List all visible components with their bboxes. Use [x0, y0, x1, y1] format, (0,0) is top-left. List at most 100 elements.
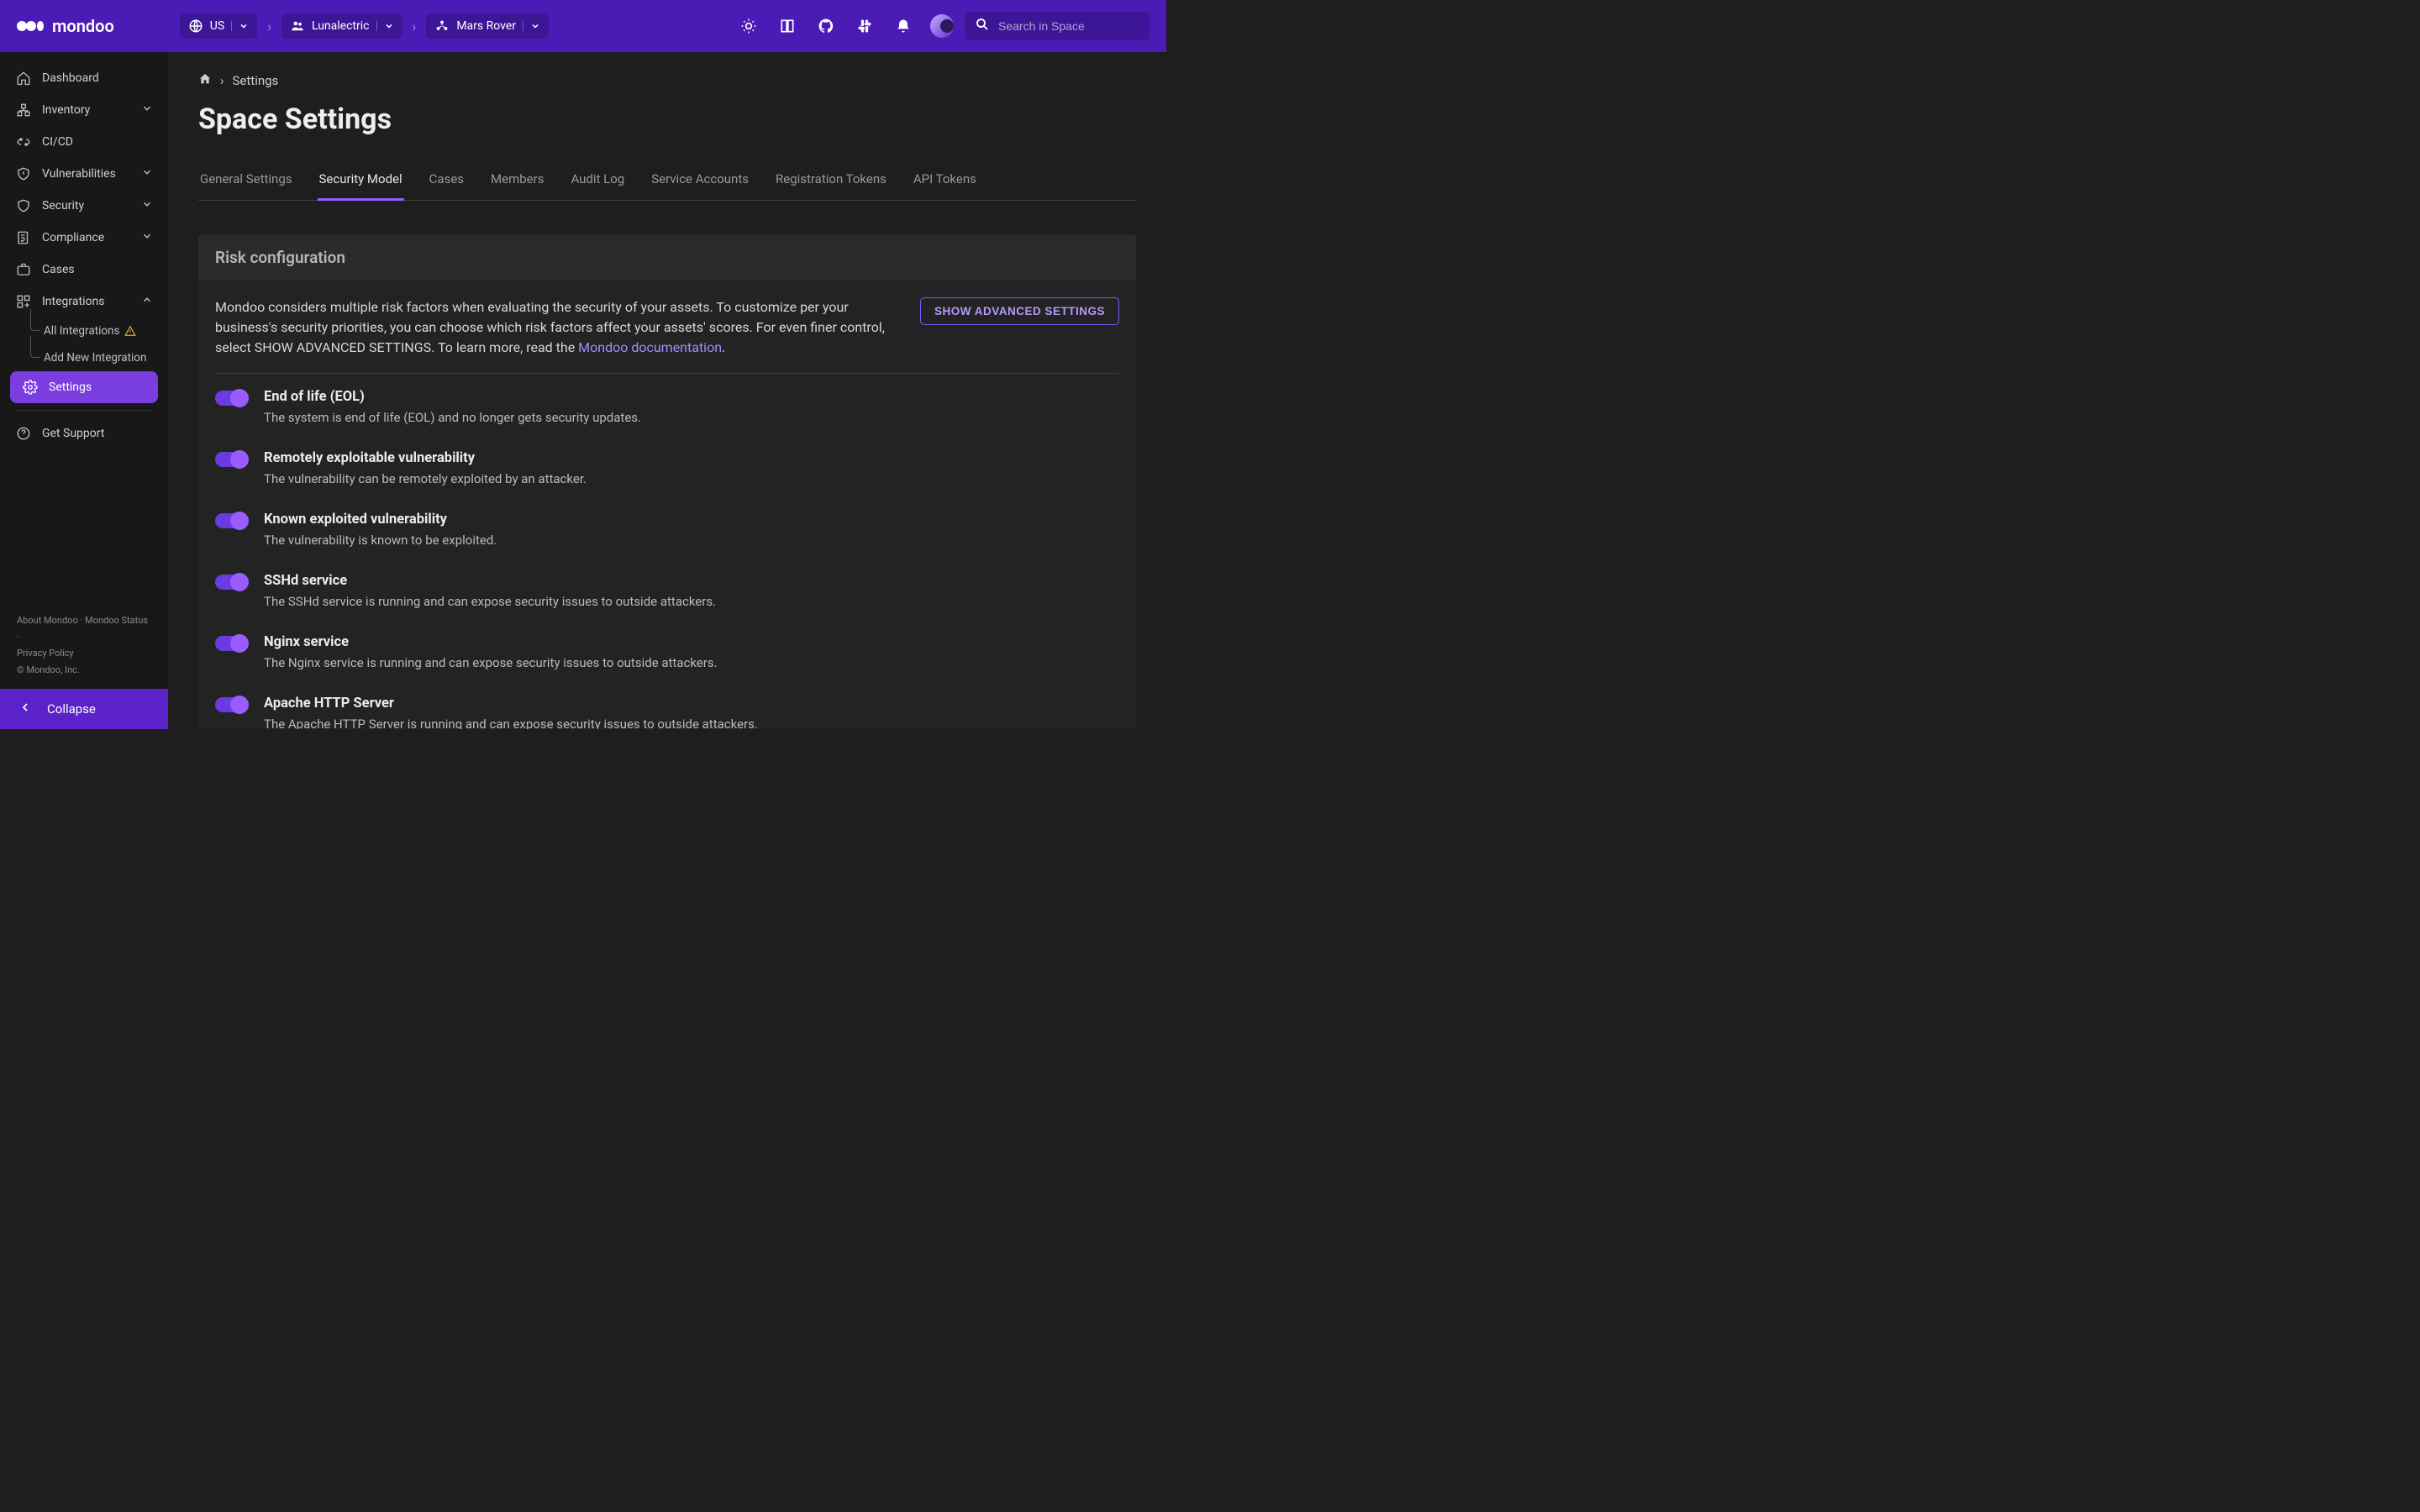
toggle-remotely-exploitable[interactable]	[215, 452, 245, 467]
people-icon	[290, 18, 305, 34]
main-content: › Settings Space Settings General Settin…	[168, 52, 1166, 729]
sidebar-item-security[interactable]: Security	[0, 190, 168, 222]
sidebar-label: Get Support	[42, 427, 104, 440]
gear-icon	[22, 379, 39, 396]
sidebar-item-support[interactable]: Get Support	[0, 417, 168, 449]
footer-link-privacy[interactable]: Privacy Policy	[17, 648, 74, 659]
risk-title: Remotely exploitable vulnerability	[264, 450, 1119, 466]
risk-item: Known exploited vulnerability The vulner…	[215, 496, 1119, 558]
slack-icon[interactable]	[849, 10, 881, 42]
chevron-down-icon	[141, 230, 153, 245]
space-label: Mars Rover	[456, 19, 516, 33]
collapse-label: Collapse	[47, 701, 96, 717]
toggle-eol[interactable]	[215, 391, 245, 406]
cases-icon	[15, 261, 32, 278]
risk-title: Known exploited vulnerability	[264, 512, 1119, 528]
toggle-apache[interactable]	[215, 697, 245, 712]
chevron-down-icon	[231, 21, 249, 31]
sidebar-item-settings[interactable]: Settings	[10, 371, 158, 403]
sidebar-item-compliance[interactable]: Compliance	[0, 222, 168, 254]
github-icon[interactable]	[810, 10, 842, 42]
home-icon[interactable]	[198, 72, 212, 89]
footer-link-about[interactable]: About Mondoo	[17, 615, 78, 626]
logo[interactable]: mondoo	[17, 16, 114, 36]
cicd-icon	[15, 134, 32, 150]
sidebar-label: Dashboard	[42, 71, 99, 85]
org-label: Lunalectric	[312, 19, 370, 33]
risk-item: Nginx service The Nginx service is runni…	[215, 619, 1119, 680]
sidebar-label: Inventory	[42, 103, 90, 117]
region-selector[interactable]: US	[180, 13, 257, 39]
integrations-icon	[15, 293, 32, 310]
header: mondoo US › Lunalectric ›	[0, 0, 1166, 52]
breadcrumb: › Settings	[198, 72, 1136, 89]
chevron-down-icon	[141, 198, 153, 213]
sidebar-sub-add-integration[interactable]: Add New Integration	[32, 344, 168, 371]
sidebar-label: Security	[42, 199, 84, 213]
space-selector[interactable]: Mars Rover	[426, 13, 549, 39]
collapse-sidebar-button[interactable]: Collapse	[0, 689, 168, 729]
logo-mark-icon	[17, 17, 45, 35]
network-icon	[434, 18, 450, 34]
sidebar-item-integrations[interactable]: Integrations	[0, 286, 168, 318]
risk-desc: The vulnerability is known to be exploit…	[264, 533, 1119, 548]
chevron-up-icon	[141, 294, 153, 309]
docs-link[interactable]: Mondoo documentation	[578, 339, 722, 355]
sidebar-sub-all-integrations[interactable]: All Integrations	[32, 318, 168, 344]
sidebar-label: CI/CD	[42, 135, 73, 149]
docs-icon[interactable]	[771, 10, 803, 42]
risk-desc: The SSHd service is running and can expo…	[264, 594, 1119, 609]
footer-link-status[interactable]: Mondoo Status	[85, 615, 148, 626]
divider	[15, 410, 153, 411]
search-box[interactable]	[965, 12, 1150, 40]
risk-title: SSHd service	[264, 573, 1119, 589]
help-icon	[15, 425, 32, 442]
sidebar-label: Cases	[42, 263, 75, 276]
sidebar-item-vulnerabilities[interactable]: Vulnerabilities	[0, 158, 168, 190]
tab-members[interactable]: Members	[489, 163, 545, 201]
sidebar-footer: About Mondoo · Mondoo Status · Privacy P…	[0, 602, 168, 689]
sidebar-label: Vulnerabilities	[42, 167, 116, 181]
sidebar-label: Settings	[49, 381, 92, 394]
tab-registration-tokens[interactable]: Registration Tokens	[774, 163, 888, 201]
tab-security-model[interactable]: Security Model	[318, 163, 404, 201]
globe-icon	[188, 18, 203, 34]
region-label: US	[210, 19, 224, 33]
risk-item: Apache HTTP Server The Apache HTTP Serve…	[215, 680, 1119, 729]
chevron-down-icon	[376, 21, 394, 31]
toggle-known-exploited[interactable]	[215, 513, 245, 528]
sidebar-item-dashboard[interactable]: Dashboard	[0, 62, 168, 94]
risk-title: Apache HTTP Server	[264, 696, 1119, 711]
logo-text: mondoo	[52, 16, 114, 36]
sidebar-item-inventory[interactable]: Inventory	[0, 94, 168, 126]
toggle-sshd[interactable]	[215, 575, 245, 590]
footer-copyright: © Mondoo, Inc.	[17, 662, 151, 679]
tab-general-settings[interactable]: General Settings	[198, 163, 294, 201]
risk-desc: The Nginx service is running and can exp…	[264, 655, 1119, 670]
chevron-down-icon	[141, 166, 153, 181]
chevron-down-icon	[523, 21, 540, 31]
user-avatar[interactable]	[926, 10, 958, 42]
org-selector[interactable]: Lunalectric	[281, 13, 402, 39]
theme-toggle-icon[interactable]	[733, 10, 765, 42]
shield-alert-icon	[15, 165, 32, 182]
breadcrumb-current: Settings	[233, 73, 279, 88]
tab-audit-log[interactable]: Audit Log	[569, 163, 626, 201]
search-icon	[975, 17, 990, 35]
tabs: General Settings Security Model Cases Me…	[198, 163, 1136, 201]
sidebar-sub-label: Add New Integration	[44, 351, 146, 365]
breadcrumb-separator: ›	[413, 18, 417, 34]
sidebar: Dashboard Inventory CI/CD Vulnerabilitie…	[0, 52, 168, 729]
risk-title: Nginx service	[264, 634, 1119, 650]
tab-cases[interactable]: Cases	[428, 163, 466, 201]
show-advanced-settings-button[interactable]: SHOW ADVANCED SETTINGS	[920, 297, 1119, 325]
sidebar-item-cases[interactable]: Cases	[0, 254, 168, 286]
panel-description: Mondoo considers multiple risk factors w…	[215, 297, 900, 358]
bell-icon[interactable]	[887, 10, 919, 42]
toggle-nginx[interactable]	[215, 636, 245, 651]
search-input[interactable]	[998, 19, 1139, 33]
sidebar-item-cicd[interactable]: CI/CD	[0, 126, 168, 158]
sidebar-label: Integrations	[42, 295, 104, 308]
tab-service-accounts[interactable]: Service Accounts	[650, 163, 750, 201]
tab-api-tokens[interactable]: API Tokens	[912, 163, 978, 201]
